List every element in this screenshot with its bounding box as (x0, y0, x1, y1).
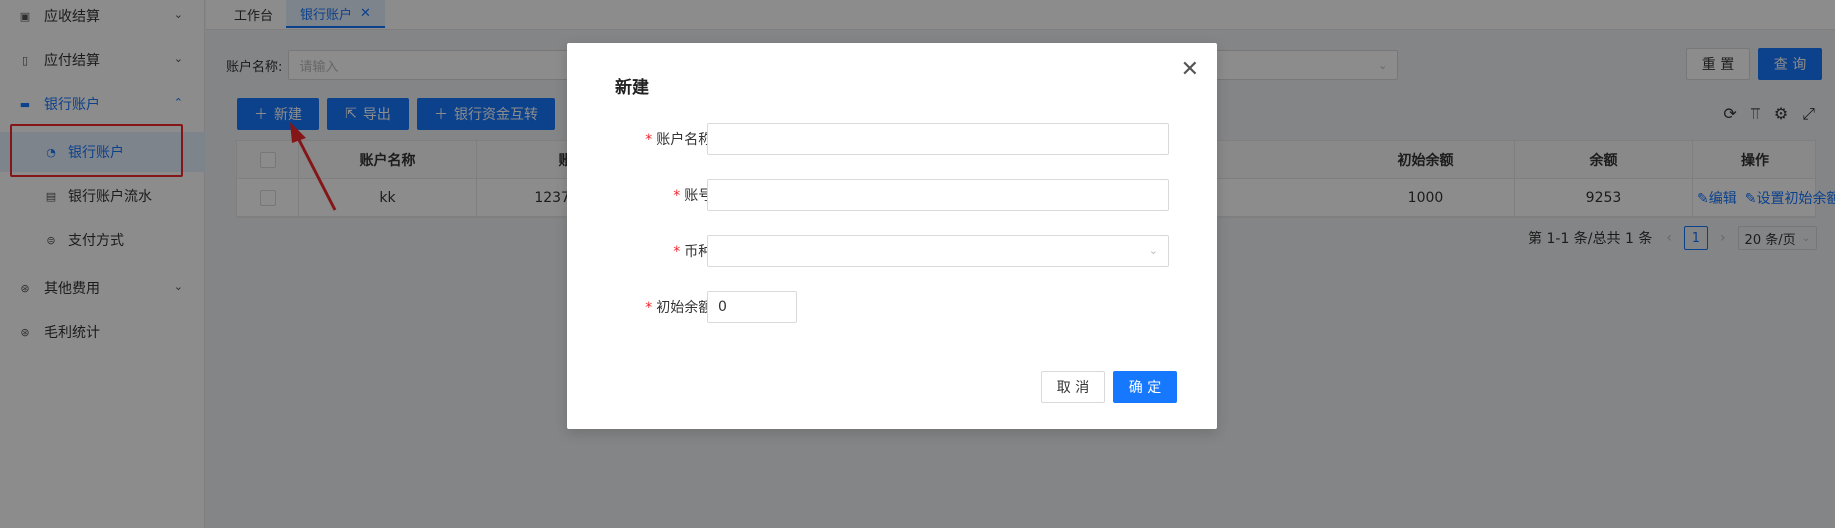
account-name-form-label: * 账户名称: (567, 129, 717, 149)
cancel-button[interactable]: 取 消 (1041, 371, 1105, 403)
account-name-field[interactable] (707, 123, 1169, 155)
account-no-form-label: * 账号: (567, 185, 717, 205)
initial-balance-form-label: * 初始余额: (567, 297, 717, 317)
required-mark: * (673, 188, 681, 204)
close-icon[interactable]: ✕ (1181, 59, 1199, 81)
ok-label: 确 定 (1128, 380, 1162, 396)
currency-select[interactable]: ⌄ (707, 235, 1169, 267)
chevron-down-icon: ⌄ (1148, 244, 1158, 257)
currency-form-label: * 币种: (567, 241, 717, 261)
initial-balance-value: 0 (718, 299, 727, 315)
ok-button[interactable]: 确 定 (1113, 371, 1177, 403)
modal-title: 新建 (615, 78, 649, 98)
cancel-label: 取 消 (1056, 380, 1090, 396)
initial-balance-field[interactable]: 0 (707, 291, 797, 323)
new-account-modal: 新建 ✕ * 账户名称: * 账号: * 币种: ⌄ * 初始余额: 0 取 消 确 定 (567, 43, 1217, 429)
required-mark: * (673, 244, 681, 260)
required-mark: * (645, 300, 653, 316)
account-no-field[interactable] (707, 179, 1169, 211)
required-mark: * (645, 132, 653, 148)
